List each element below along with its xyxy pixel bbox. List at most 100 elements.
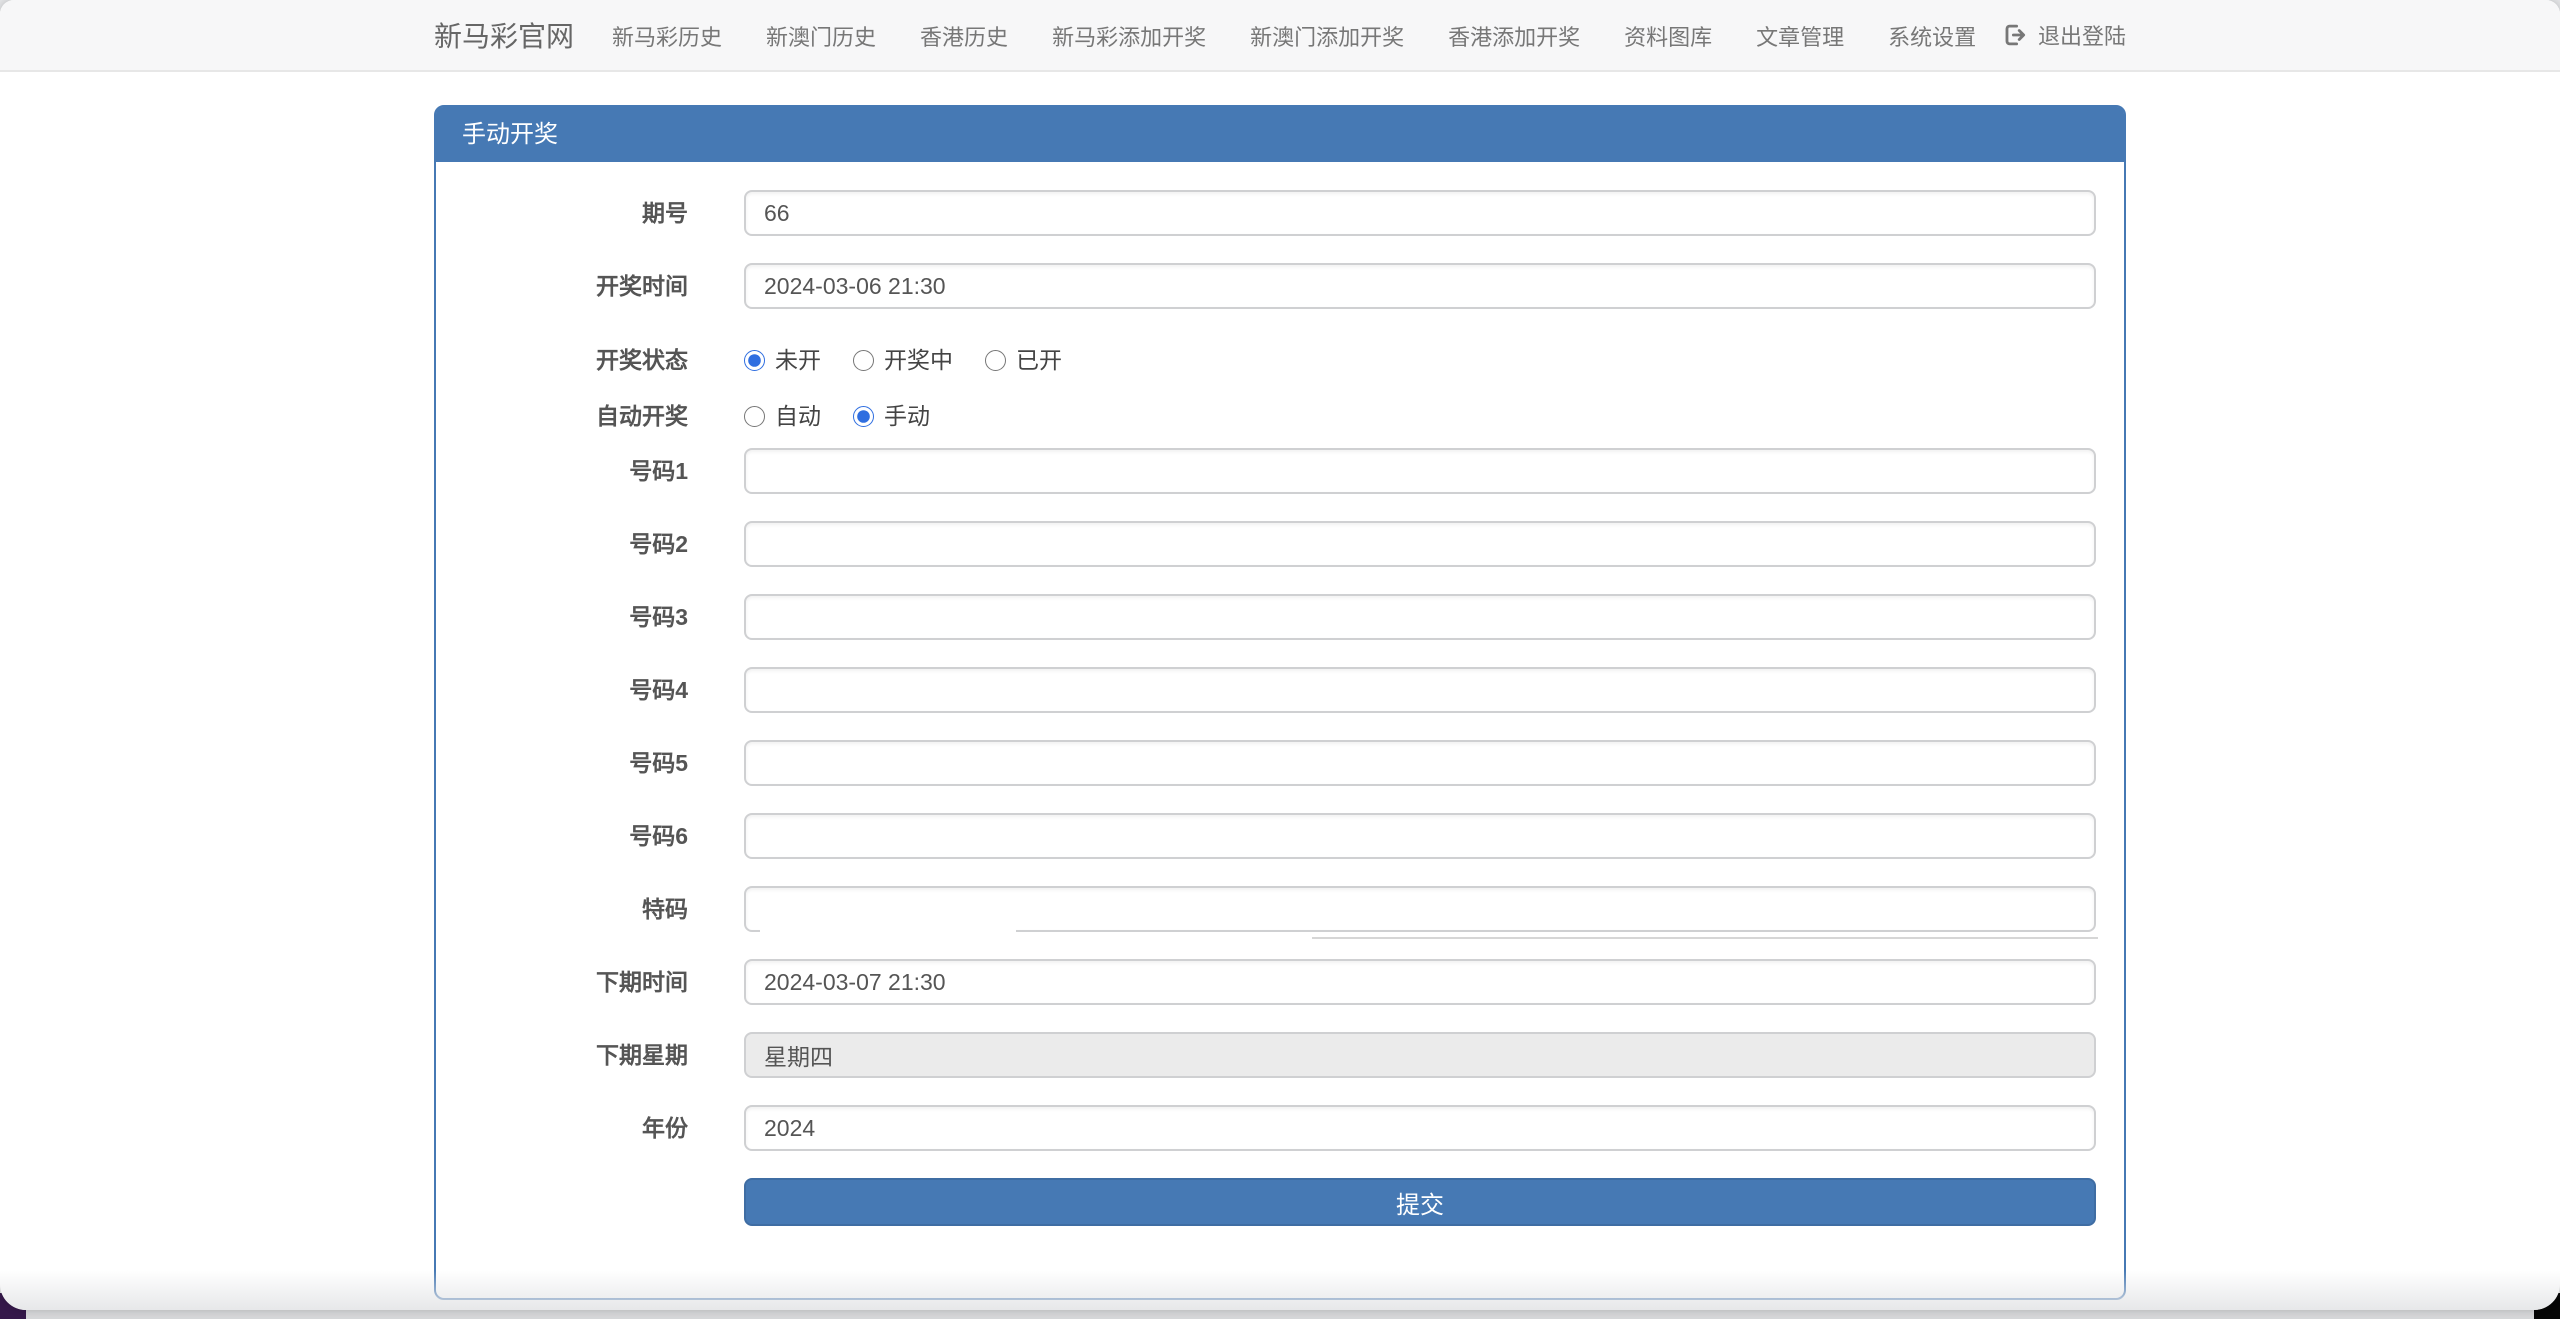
nav-menu-item: 香港历史 <box>898 0 1030 70</box>
manual-draw-panel: 手动开奖 期号开奖时间开奖状态 未开 开奖中 已开自动开奖 自动 手动号码1 号码2 号码3 号… <box>434 105 2126 1300</box>
form-row-number-6: 号码6 <box>464 813 2096 859</box>
form-row-auto-draw: 自动开奖 自动 手动 <box>464 392 2096 431</box>
field-label-special-number: 特码 <box>464 886 744 932</box>
field-input-wrap-number-2 <box>744 521 2096 567</box>
form-row-number-5: 号码5 <box>464 740 2096 786</box>
field-input-wrap-number-6 <box>744 813 2096 859</box>
draw-status-option-2[interactable]: 已开 <box>985 345 1062 375</box>
next-weekday-input <box>744 1032 2096 1078</box>
nav-item-6[interactable]: 资料图库 <box>1602 0 1734 72</box>
nav-menu-item: 香港添加开奖 <box>1426 0 1602 70</box>
auto-draw-option-label-0: 自动 <box>775 401 821 431</box>
field-label-number-3: 号码3 <box>464 594 744 640</box>
auto-draw-option-label-1: 手动 <box>884 401 930 431</box>
draw-status-option-1[interactable]: 开奖中 <box>853 345 953 375</box>
nav-item-5[interactable]: 香港添加开奖 <box>1426 0 1602 72</box>
field-input-wrap-number-1 <box>744 448 2096 494</box>
form-row-next-weekday: 下期星期 <box>464 1032 2096 1078</box>
number-5-input[interactable] <box>744 740 2096 786</box>
brand-link[interactable]: 新马彩官网 <box>434 15 574 55</box>
next-draw-time-input[interactable] <box>744 959 2096 1005</box>
draw-status-option-0[interactable]: 未开 <box>744 345 821 375</box>
main-content: 手动开奖 期号开奖时间开奖状态 未开 开奖中 已开自动开奖 自动 手动号码1 号码2 号码3 号… <box>434 105 2126 1300</box>
form-row-year: 年份 <box>464 1105 2096 1151</box>
draw-status-radio-group: 未开 开奖中 已开 <box>744 345 2096 375</box>
form-row-issue-number: 期号 <box>464 190 2096 236</box>
submit-wrap: 提交 <box>744 1178 2096 1226</box>
form-row-special-number: 特码 <box>464 886 2096 932</box>
nav-menu-item: 新澳门添加开奖 <box>1228 0 1426 70</box>
field-input-wrap-year <box>744 1105 2096 1151</box>
logout-label: 退出登陆 <box>2038 19 2126 51</box>
field-input-wrap-draw-time <box>744 263 2096 309</box>
number-2-input[interactable] <box>744 521 2096 567</box>
desktop-bottom-strip <box>26 1310 2534 1319</box>
nav-item-1[interactable]: 新澳门历史 <box>744 0 898 72</box>
top-navbar: 新马彩官网 新马彩历史新澳门历史香港历史新马彩添加开奖新澳门添加开奖香港添加开奖… <box>0 0 2560 72</box>
panel-header-title: 手动开奖 <box>436 107 2124 162</box>
field-input-wrap-next-weekday <box>744 1032 2096 1078</box>
auto-draw-option-0[interactable]: 自动 <box>744 401 821 431</box>
nav-menu-item: 系统设置 <box>1866 0 1998 70</box>
draw-status-radio-0[interactable] <box>744 350 765 371</box>
field-label-issue-number: 期号 <box>464 190 744 236</box>
nav-menu-item: 资料图库 <box>1602 0 1734 70</box>
field-label-number-2: 号码2 <box>464 521 744 567</box>
nav-menu-item: 新马彩添加开奖 <box>1030 0 1228 70</box>
manual-draw-form: 期号开奖时间开奖状态 未开 开奖中 已开自动开奖 自动 手动号码1 号码2 号码3 号码4 号码5… <box>436 162 2124 1298</box>
field-input-wrap-issue-number <box>744 190 2096 236</box>
field-input-wrap-number-5 <box>744 740 2096 786</box>
year-input[interactable] <box>744 1105 2096 1151</box>
form-row-draw-status: 开奖状态 未开 开奖中 已开 <box>464 336 2096 375</box>
form-row-next-draw-time: 下期时间 <box>464 959 2096 1005</box>
number-6-input[interactable] <box>744 813 2096 859</box>
nav-menu-item: 新澳门历史 <box>744 0 898 70</box>
form-row-draw-time: 开奖时间 <box>464 263 2096 309</box>
submit-button[interactable]: 提交 <box>744 1178 2096 1226</box>
nav-menu-item: 文章管理 <box>1734 0 1866 70</box>
special-number-input[interactable] <box>744 886 2096 932</box>
field-label-number-6: 号码6 <box>464 813 744 859</box>
nav-item-7[interactable]: 文章管理 <box>1734 0 1866 72</box>
field-label-number-1: 号码1 <box>464 448 744 494</box>
field-input-wrap-special-number <box>744 886 2096 932</box>
navbar-container: 新马彩官网 新马彩历史新澳门历史香港历史新马彩添加开奖新澳门添加开奖香港添加开奖… <box>434 0 2126 70</box>
logout-link[interactable]: 退出登陆 <box>2002 19 2126 51</box>
nav-menu: 新马彩历史新澳门历史香港历史新马彩添加开奖新澳门添加开奖香港添加开奖资料图库文章… <box>590 0 1998 70</box>
draw-status-radio-1[interactable] <box>853 350 874 371</box>
nav-item-3[interactable]: 新马彩添加开奖 <box>1030 0 1228 72</box>
field-label-number-4: 号码4 <box>464 667 744 713</box>
field-label-number-5: 号码5 <box>464 740 744 786</box>
draw-status-radio-2[interactable] <box>985 350 1006 371</box>
field-label-next-draw-time: 下期时间 <box>464 959 744 1005</box>
browser-window: 新马彩官网 新马彩历史新澳门历史香港历史新马彩添加开奖新澳门添加开奖香港添加开奖… <box>0 0 2560 1310</box>
field-input-wrap-number-4 <box>744 667 2096 713</box>
field-input-wrap-draw-status: 未开 开奖中 已开 <box>744 345 2096 375</box>
submit-row-spacer <box>464 1178 744 1226</box>
auto-draw-option-1[interactable]: 手动 <box>853 401 930 431</box>
sign-out-icon <box>2002 22 2028 48</box>
form-row-number-4: 号码4 <box>464 667 2096 713</box>
nav-menu-item: 新马彩历史 <box>590 0 744 70</box>
field-label-auto-draw: 自动开奖 <box>464 401 744 431</box>
auto-draw-radio-1[interactable] <box>853 406 874 427</box>
issue-number-input[interactable] <box>744 190 2096 236</box>
field-label-next-weekday: 下期星期 <box>464 1032 744 1078</box>
draw-status-option-label-0: 未开 <box>775 345 821 375</box>
number-3-input[interactable] <box>744 594 2096 640</box>
draw-time-input[interactable] <box>744 263 2096 309</box>
field-label-year: 年份 <box>464 1105 744 1151</box>
number-4-input[interactable] <box>744 667 2096 713</box>
form-row-number-2: 号码2 <box>464 521 2096 567</box>
draw-status-option-label-1: 开奖中 <box>884 345 953 375</box>
field-label-draw-status: 开奖状态 <box>464 345 744 375</box>
nav-item-8[interactable]: 系统设置 <box>1866 0 1998 72</box>
number-1-input[interactable] <box>744 448 2096 494</box>
form-row-number-3: 号码3 <box>464 594 2096 640</box>
nav-item-0[interactable]: 新马彩历史 <box>590 0 744 72</box>
auto-draw-radio-group: 自动 手动 <box>744 401 2096 431</box>
auto-draw-radio-0[interactable] <box>744 406 765 427</box>
nav-item-2[interactable]: 香港历史 <box>898 0 1030 72</box>
form-row-number-1: 号码1 <box>464 448 2096 494</box>
nav-item-4[interactable]: 新澳门添加开奖 <box>1228 0 1426 72</box>
